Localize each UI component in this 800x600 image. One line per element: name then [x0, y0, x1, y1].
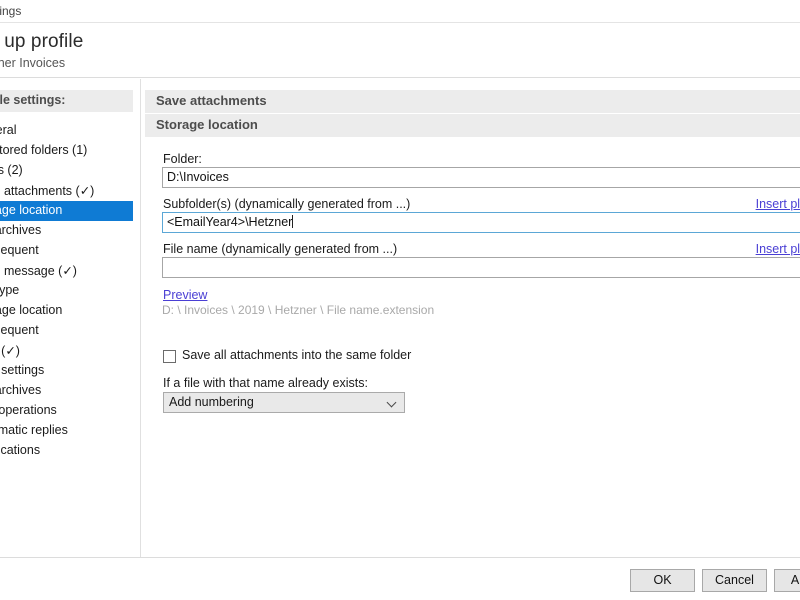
- sidebar-item-label: Subsequent: [0, 323, 39, 337]
- sidebar-item-list: General Monitored folders (1) Rules (2) Sav…: [0, 121, 133, 461]
- sidebar-item-label: Notifications: [0, 443, 41, 457]
- sidebar-item-label: Storage location: [0, 303, 63, 317]
- sidebar-item-label: Print settings: [0, 363, 45, 377]
- ok-button[interactable]: OK: [630, 569, 695, 592]
- sidebar-item[interactable]: Storage location: [0, 301, 133, 321]
- subfolder-input-value: <EmailYear4>\Hetzner: [167, 215, 293, 229]
- window-title: Settings: [0, 4, 22, 18]
- sidebar-item[interactable]: Notifications: [0, 441, 133, 461]
- sidebar-item-label: Monitored folders (1): [0, 143, 88, 157]
- settings-dialog: Settings Set up profile Hetzner Invoices…: [0, 0, 800, 600]
- main-content: Save attachments Storage location Folder…: [141, 79, 800, 557]
- sidebar-item-label: Automatic replies: [0, 423, 68, 437]
- section-header-save-attachments-label: Save attachments: [156, 93, 267, 108]
- sidebar-item-label: Subsequent: [0, 243, 39, 257]
- dialog-footer: OK Cancel Apply: [0, 557, 800, 600]
- save-same-folder-checkbox[interactable]: [163, 350, 176, 363]
- cancel-button[interactable]: Cancel: [702, 569, 767, 592]
- sidebar-item[interactable]: General: [0, 121, 133, 141]
- preview-link[interactable]: Preview: [163, 288, 207, 302]
- sidebar-item[interactable]: Save attachments (✓): [0, 181, 133, 201]
- filename-input[interactable]: [162, 257, 800, 278]
- sidebar-item-label: Save attachments (✓): [0, 184, 95, 198]
- sidebar-item-label: Rules (2): [0, 163, 23, 177]
- sidebar-item[interactable]: File type: [0, 281, 133, 301]
- sidebar-item[interactable]: Save message (✓): [0, 261, 133, 281]
- sidebar-item-label: ZIP archives: [0, 383, 42, 397]
- settings-sidebar: Profile settings: General Monitored folde…: [0, 79, 133, 557]
- file-exists-label: If a file with that name already exists:: [163, 376, 368, 390]
- sidebar-item-label: General: [0, 123, 17, 137]
- insert-placeholder-subfolder-link[interactable]: Insert placeholder: [756, 197, 800, 211]
- filename-label: File name (dynamically generated from ..…: [163, 242, 398, 256]
- subfolder-input[interactable]: <EmailYear4>\Hetzner: [162, 212, 800, 233]
- sidebar-item[interactable]: Storage location: [0, 201, 133, 221]
- page-subtitle: Hetzner Invoices: [0, 56, 66, 70]
- sidebar-header-label: Profile settings:: [0, 93, 66, 107]
- subfolder-label: Subfolder(s) (dynamically generated from…: [163, 197, 411, 211]
- sidebar-item-label: Print (✓): [0, 344, 20, 358]
- sidebar-item-label: Save message (✓): [0, 264, 77, 278]
- sidebar-item[interactable]: Print (✓): [0, 341, 133, 361]
- section-header-storage-location-label: Storage location: [156, 117, 258, 132]
- text-caret: [292, 215, 294, 228]
- sidebar-item[interactable]: Print settings: [0, 361, 133, 381]
- section-header-storage-location: Storage location: [145, 114, 800, 137]
- sidebar-item[interactable]: Rules (2): [0, 161, 133, 181]
- sidebar-item[interactable]: ZIP archives: [0, 381, 133, 401]
- sidebar-item-label: Storage location: [0, 203, 63, 217]
- window-titlebar: Settings: [0, 0, 800, 23]
- sidebar-item[interactable]: Subsequent: [0, 321, 133, 341]
- section-header-save-attachments: Save attachments: [145, 90, 800, 113]
- dialog-header: Set up profile Hetzner Invoices: [0, 23, 800, 78]
- sidebar-item[interactable]: ZIP archives: [0, 221, 133, 241]
- folder-label: Folder:: [163, 152, 202, 166]
- sidebar-item-label: ZIP archives: [0, 223, 42, 237]
- apply-button[interactable]: Apply: [774, 569, 800, 592]
- file-exists-dropdown-value: Add numbering: [169, 395, 254, 409]
- folder-input[interactable]: D:\Invoices: [162, 167, 800, 188]
- file-exists-dropdown[interactable]: Add numbering: [163, 392, 405, 413]
- sidebar-item[interactable]: Subsequent: [0, 241, 133, 261]
- chevron-down-icon: [388, 399, 397, 408]
- sidebar-item-label: Mail operations: [0, 403, 57, 417]
- sidebar-header: Profile settings:: [0, 90, 133, 112]
- insert-placeholder-filename-link[interactable]: Insert placeholder: [756, 242, 800, 256]
- save-same-folder-label: Save all attachments into the same folde…: [182, 348, 412, 362]
- sidebar-item[interactable]: Monitored folders (1): [0, 141, 133, 161]
- sidebar-item[interactable]: Mail operations: [0, 401, 133, 421]
- sidebar-item[interactable]: Automatic replies: [0, 421, 133, 441]
- preview-path: D: \ Invoices \ 2019 \ Hetzner \ File na…: [162, 303, 435, 317]
- sidebar-item-label: File type: [0, 283, 20, 297]
- page-title: Set up profile: [0, 31, 84, 52]
